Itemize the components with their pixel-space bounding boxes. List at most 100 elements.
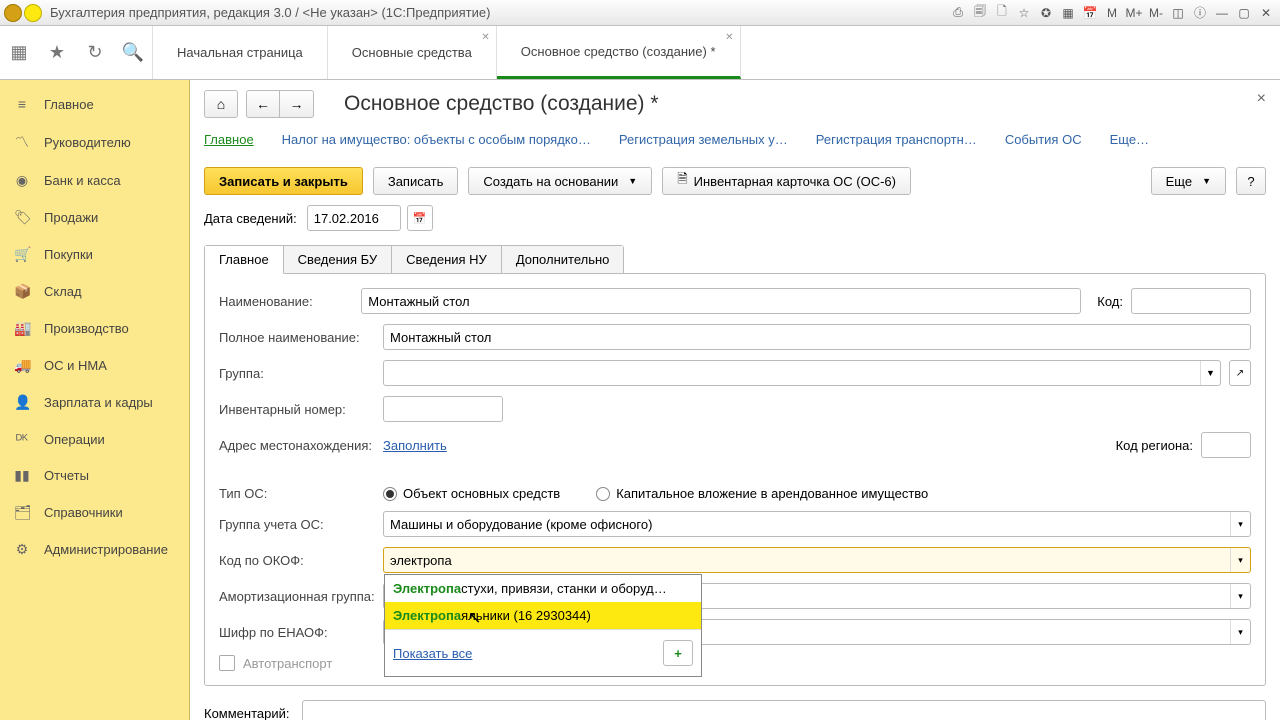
sidebar-item-hr[interactable]: 👤Зарплата и кадры bbox=[0, 384, 189, 421]
apps-icon[interactable]: ▦ bbox=[0, 26, 38, 80]
formtab-extra[interactable]: Дополнительно bbox=[502, 246, 624, 273]
star-icon[interactable]: ☆ bbox=[1014, 4, 1034, 22]
acctgroup-label: Группа учета ОС: bbox=[219, 517, 375, 532]
help-button[interactable]: ? bbox=[1236, 167, 1266, 195]
subtab-land[interactable]: Регистрация земельных у… bbox=[619, 132, 788, 147]
app-menu-icon[interactable] bbox=[24, 4, 42, 22]
tb-icon[interactable]: ⎙ bbox=[948, 4, 968, 22]
dropdown-item[interactable]: Электропастухи, привязи, станки и оборуд… bbox=[385, 575, 701, 602]
m-minus-icon[interactable]: M- bbox=[1146, 4, 1166, 22]
create-based-button[interactable]: Создать на основании▼ bbox=[468, 167, 652, 195]
sidebar-item-main[interactable]: ≡ Главное bbox=[0, 86, 189, 122]
auto-checkbox[interactable] bbox=[219, 655, 235, 671]
calc-icon[interactable]: ▦ bbox=[1058, 4, 1078, 22]
tb-icon[interactable]: 🗋 bbox=[992, 4, 1012, 22]
close-page-button[interactable]: × bbox=[1257, 90, 1266, 108]
m-plus-icon[interactable]: M+ bbox=[1124, 4, 1144, 22]
star-icon[interactable]: ✪ bbox=[1036, 4, 1056, 22]
more-button[interactable]: Еще▼ bbox=[1151, 167, 1226, 195]
tab-label: Основные средства bbox=[352, 45, 472, 60]
save-close-button[interactable]: Записать и закрыть bbox=[204, 167, 363, 195]
window-title: Бухгалтерия предприятия, редакция 3.0 / … bbox=[50, 5, 948, 20]
fill-address-link[interactable]: Заполнить bbox=[383, 438, 447, 453]
add-button[interactable]: + bbox=[663, 640, 693, 666]
date-input[interactable] bbox=[307, 205, 401, 231]
date-label: Дата сведений: bbox=[204, 211, 297, 226]
subtab-transport[interactable]: Регистрация транспортн… bbox=[816, 132, 977, 147]
sidebar-item-sales[interactable]: 🏷Продажи bbox=[0, 199, 189, 236]
formtab-nu[interactable]: Сведения НУ bbox=[392, 246, 502, 273]
inventory-card-button[interactable]: 🗎Инвентарная карточка ОС (ОС-6) bbox=[662, 167, 911, 195]
code-input[interactable] bbox=[1131, 288, 1251, 314]
sidebar-item-label: Склад bbox=[44, 284, 82, 299]
m-icon[interactable]: M bbox=[1102, 4, 1122, 22]
panel-icon[interactable]: ◫ bbox=[1168, 4, 1188, 22]
close-icon[interactable]: ✕ bbox=[725, 32, 733, 43]
sidebar-item-stock[interactable]: 📦Склад bbox=[0, 273, 189, 310]
sidebar-item-purchases[interactable]: 🛒Покупки bbox=[0, 236, 189, 273]
history-icon[interactable]: ↻ bbox=[76, 26, 114, 80]
okof-select[interactable]: электропа ▾ Электропастухи, привязи, ста… bbox=[383, 547, 1251, 573]
chevron-down-icon: ▼ bbox=[628, 176, 637, 186]
subtab-events[interactable]: События ОС bbox=[1005, 132, 1082, 147]
sidebar-item-admin[interactable]: ⚙Администрирование bbox=[0, 531, 189, 568]
sidebar-item-refs[interactable]: 🗂Справочники bbox=[0, 494, 189, 531]
invnum-input[interactable] bbox=[383, 396, 503, 422]
sidebar-item-manager[interactable]: 〽Руководителю bbox=[0, 122, 189, 162]
sidebar-item-production[interactable]: 🏭Производство bbox=[0, 310, 189, 347]
subtab-tax[interactable]: Налог на имущество: объекты с особым пор… bbox=[282, 132, 591, 147]
auto-label: Автотранспорт bbox=[243, 656, 332, 671]
sidebar-item-label: Главное bbox=[44, 97, 94, 112]
chevron-down-icon: ▼ bbox=[1200, 361, 1220, 385]
type-label: Тип ОС: bbox=[219, 486, 375, 501]
comment-label: Комментарий: bbox=[204, 706, 294, 720]
maximize-icon[interactable]: ▢ bbox=[1234, 4, 1254, 22]
close-icon[interactable]: ✕ bbox=[1256, 4, 1276, 22]
tab-assets[interactable]: Основные средства ✕ bbox=[328, 26, 497, 79]
sidebar-item-bank[interactable]: ◉Банк и касса bbox=[0, 162, 189, 199]
favorites-icon[interactable]: ★ bbox=[38, 26, 76, 80]
name-input[interactable] bbox=[361, 288, 1081, 314]
code-label: Код: bbox=[1097, 294, 1123, 309]
tab-start[interactable]: Начальная страница bbox=[153, 26, 328, 79]
calendar-icon[interactable]: 📅 bbox=[1080, 4, 1100, 22]
close-icon[interactable]: ✕ bbox=[481, 32, 489, 43]
chevron-down-icon: ▾ bbox=[1230, 512, 1250, 536]
fullname-input[interactable] bbox=[383, 324, 1251, 350]
sidebar-item-operations[interactable]: ᴰᴷОперации bbox=[0, 421, 189, 457]
sidebar-item-label: Операции bbox=[44, 432, 105, 447]
tab-asset-create[interactable]: Основное средство (создание) *✕ bbox=[497, 26, 741, 79]
subtab-main[interactable]: Главное bbox=[204, 132, 254, 147]
sidebar-item-reports[interactable]: ▮▮Отчеты bbox=[0, 457, 189, 494]
comment-input[interactable] bbox=[302, 700, 1266, 720]
type-radio-capital[interactable]: Капитальное вложение в арендованное имущ… bbox=[596, 486, 928, 501]
search-icon[interactable]: 🔍 bbox=[114, 26, 152, 80]
menu-icon: ≡ bbox=[14, 96, 30, 112]
titlebar: Бухгалтерия предприятия, редакция 3.0 / … bbox=[0, 0, 1280, 26]
chevron-down-icon: ▾ bbox=[1230, 620, 1250, 644]
minimize-icon[interactable]: — bbox=[1212, 4, 1232, 22]
dropdown-item[interactable]: Электропаяльники (16 2930344) bbox=[385, 602, 701, 629]
formtab-bu[interactable]: Сведения БУ bbox=[284, 246, 393, 273]
open-ref-button[interactable]: ↗ bbox=[1229, 360, 1251, 386]
back-button[interactable]: ← bbox=[246, 90, 280, 118]
save-button[interactable]: Записать bbox=[373, 167, 459, 195]
group-select[interactable]: ▼ bbox=[383, 360, 1221, 386]
home-button[interactable]: ⌂ bbox=[204, 90, 238, 118]
sidebar-item-assets[interactable]: 🚚ОС и НМА bbox=[0, 347, 189, 384]
truck-icon: 🚚 bbox=[14, 357, 30, 374]
tb-icon[interactable]: 🗐 bbox=[970, 4, 990, 22]
sidebar-item-label: Банк и касса bbox=[44, 173, 121, 188]
main-tabbar: ▦ ★ ↻ 🔍 Начальная страница Основные сред… bbox=[0, 26, 1280, 80]
forward-button[interactable]: → bbox=[280, 90, 314, 118]
type-radio-object[interactable]: Объект основных средств bbox=[383, 486, 560, 501]
formtab-main[interactable]: Главное bbox=[205, 246, 284, 274]
info-icon[interactable]: ⓘ bbox=[1190, 4, 1210, 22]
region-input[interactable] bbox=[1201, 432, 1251, 458]
subtab-more[interactable]: Еще… bbox=[1110, 132, 1149, 147]
calendar-button[interactable]: 📅 bbox=[407, 205, 433, 231]
select-value: Машины и оборудование (кроме офисного) bbox=[390, 517, 652, 532]
acctgroup-select[interactable]: Машины и оборудование (кроме офисного) ▾ bbox=[383, 511, 1251, 537]
show-all-link[interactable]: Показать все bbox=[393, 646, 472, 661]
radio-icon bbox=[596, 487, 610, 501]
